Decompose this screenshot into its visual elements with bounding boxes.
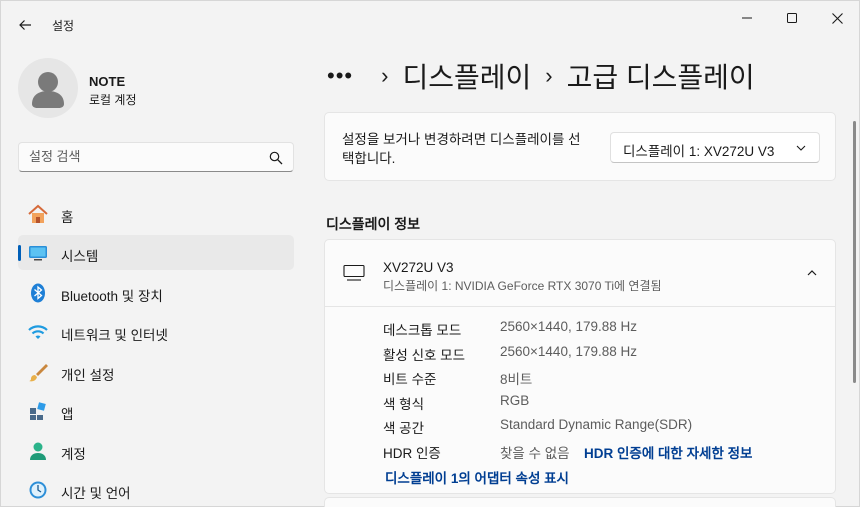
- sidebar-item-apps[interactable]: 앱: [18, 393, 294, 428]
- info-label-hdr: HDR 인증: [383, 446, 441, 461]
- collapse-button[interactable]: [803, 264, 821, 282]
- info-value-color-format: RGB: [500, 393, 530, 408]
- sidebar-item-network[interactable]: 네트워크 및 인터넷: [18, 314, 294, 349]
- display-select-description: 설정을 보거나 변경하려면 디스플레이를 선택합니다.: [342, 132, 581, 166]
- minimize-button[interactable]: [724, 5, 770, 31]
- active-indicator: [18, 245, 21, 261]
- info-label-bit-depth: 비트 수준: [383, 372, 437, 387]
- hdr-info-link[interactable]: HDR 인증에 대한 자세한 정보: [584, 442, 752, 462]
- chevron-up-icon: [807, 270, 817, 276]
- info-label-color-format: 색 형식: [383, 397, 425, 412]
- section-title: 디스플레이 정보: [326, 216, 421, 232]
- display-dropdown[interactable]: 디스플레이 1: XV272U V3: [610, 132, 820, 163]
- title-bar: 설정: [1, 1, 860, 49]
- breadcrumb-overflow-button[interactable]: •••: [327, 63, 353, 89]
- sidebar-item-home[interactable]: 홈: [18, 196, 294, 231]
- adapter-properties-link[interactable]: 디스플레이 1의 어댑터 속성 표시: [385, 467, 569, 487]
- bluetooth-icon: [27, 282, 49, 304]
- sidebar-item-label: Bluetooth 및 장치: [61, 289, 163, 304]
- monitor-icon: [343, 264, 365, 281]
- sidebar-item-label: 계정: [61, 447, 86, 462]
- profile-name: NOTE: [89, 74, 126, 89]
- back-button[interactable]: [11, 11, 39, 39]
- display-info-card: XV272U V3 디스플레이 1: NVIDIA GeForce RTX 30…: [324, 239, 836, 494]
- home-icon: [27, 203, 49, 225]
- info-value-color-space: Standard Dynamic Range(SDR): [500, 417, 693, 432]
- avatar[interactable]: [18, 58, 78, 118]
- chevron-down-icon: [796, 145, 806, 151]
- breadcrumb: ••• › 디스플레이 › 고급 디스플레이: [327, 56, 755, 96]
- sidebar-item-accounts[interactable]: 계정: [18, 433, 294, 468]
- info-value-hdr: 찾을 수 없음: [500, 446, 570, 461]
- info-label-desktop-mode: 데스크톱 모드: [383, 323, 462, 338]
- sidebar-item-time-language[interactable]: 시간 및 언어: [18, 472, 294, 507]
- back-arrow-icon: [19, 20, 31, 30]
- sidebar-item-bluetooth[interactable]: Bluetooth 및 장치: [18, 275, 294, 310]
- display-select-card: 설정을 보거나 변경하려면 디스플레이를 선택합니다. 디스플레이 1: XV2…: [324, 112, 836, 181]
- search-icon[interactable]: [269, 151, 283, 165]
- info-label-color-space: 색 공간: [383, 421, 425, 436]
- system-icon: [27, 242, 49, 264]
- display-dropdown-value: 디스플레이 1: XV272U V3: [623, 144, 775, 159]
- sidebar-item-label: 시스템: [61, 249, 99, 264]
- next-settings-card[interactable]: [324, 497, 836, 507]
- search-box[interactable]: [18, 142, 294, 172]
- sidebar-item-label: 홈: [61, 210, 74, 225]
- settings-window: 설정 NOTE 로컬 계정 홈 시스템: [0, 0, 860, 507]
- info-value-active-signal: 2560×1440, 179.88 Hz: [500, 344, 637, 359]
- breadcrumb-separator: ›: [381, 63, 389, 88]
- sidebar-item-label: 시간 및 언어: [61, 486, 131, 501]
- page-title: 고급 디스플레이: [566, 62, 755, 93]
- maximize-button[interactable]: [769, 5, 815, 31]
- sidebar-item-label: 앱: [61, 407, 74, 422]
- app-title: 설정: [52, 19, 75, 33]
- breadcrumb-parent-link[interactable]: 디스플레이: [402, 56, 531, 96]
- info-label-active-signal: 활성 신호 모드: [383, 348, 466, 363]
- scrollbar[interactable]: [853, 121, 856, 383]
- account-icon: [27, 440, 49, 462]
- globe-clock-icon: [27, 479, 49, 501]
- apps-icon: [27, 400, 49, 422]
- search-input[interactable]: [29, 149, 259, 164]
- breadcrumb-separator: ›: [545, 63, 553, 88]
- maximize-icon: [787, 13, 797, 23]
- info-value-desktop-mode: 2560×1440, 179.88 Hz: [500, 319, 637, 334]
- sidebar-item-label: 네트워크 및 인터넷: [61, 328, 168, 343]
- close-button[interactable]: [814, 5, 860, 31]
- minimize-icon: [742, 17, 752, 19]
- profile-account-type: 로컬 계정: [89, 93, 137, 107]
- display-info-header[interactable]: XV272U V3 디스플레이 1: NVIDIA GeForce RTX 30…: [325, 240, 835, 307]
- close-icon: [831, 12, 843, 24]
- monitor-name: XV272U V3: [383, 260, 454, 275]
- brush-icon: [27, 361, 49, 383]
- monitor-connection: 디스플레이 1: NVIDIA GeForce RTX 3070 Ti에 연결됨: [383, 279, 662, 293]
- user-silhouette-icon: [32, 72, 64, 108]
- wifi-icon: [27, 321, 49, 343]
- info-value-bit-depth: 8비트: [500, 372, 533, 387]
- sidebar-item-personalization[interactable]: 개인 설정: [18, 354, 294, 389]
- sidebar-item-label: 개인 설정: [61, 368, 115, 383]
- sidebar-item-system[interactable]: 시스템: [18, 235, 294, 270]
